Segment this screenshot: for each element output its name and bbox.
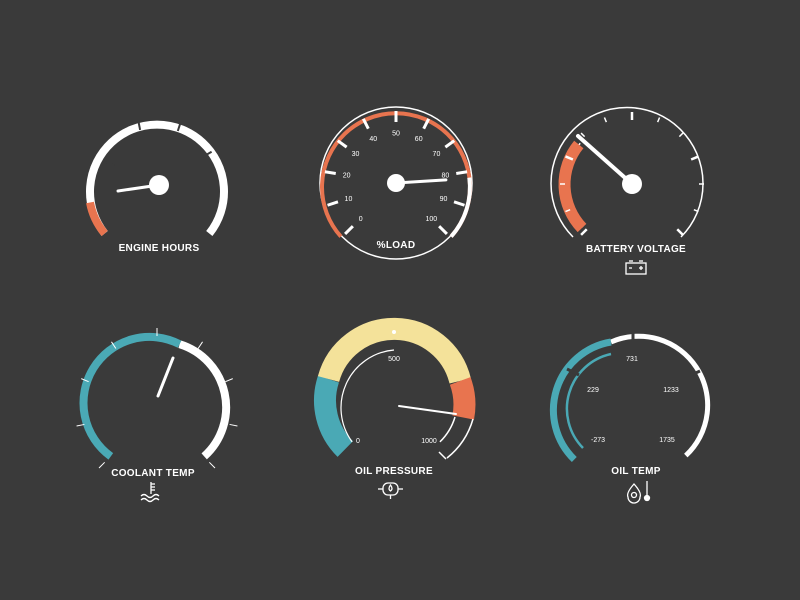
coolant-tick [197, 341, 203, 349]
oil-pressure-label-500: 500 [388, 356, 400, 363]
oil-temp-label-minus273: -273 [591, 437, 605, 444]
load-scale-label: 60 [415, 136, 423, 143]
oil-temp-label-1233: 1233 [663, 387, 679, 394]
battery-tick [678, 132, 684, 138]
oil-temp-inner-ring [565, 352, 612, 449]
load-arc-white [449, 177, 472, 238]
oil-pressure-label-1000: 1000 [421, 438, 437, 445]
oil-temperature-icon [626, 481, 651, 504]
battery-tick [580, 228, 588, 236]
oil-pressure-label-0: 0 [356, 438, 360, 445]
battery-tick [690, 155, 699, 161]
load-tick [453, 200, 465, 207]
load-tick [336, 139, 348, 149]
load-tick [438, 225, 448, 235]
oil-temp-label-1735: 1735 [659, 437, 675, 444]
load-label: %LOAD [377, 240, 416, 251]
oil-temp-gauge: -273 229 731 1233 1735 OIL TEMP [549, 333, 711, 504]
battery-tick [603, 117, 608, 123]
load-scale-label: 90 [440, 196, 448, 203]
coolant-temperature-icon [140, 482, 160, 503]
battery-voltage-label: BATTERY VOLTAGE [586, 244, 686, 255]
oil-pressure-label: OIL PRESSURE [355, 466, 433, 477]
load-hub [387, 174, 405, 192]
battery-tick [676, 228, 684, 236]
oil-pressure-icon [378, 482, 403, 499]
load-scale-label: 10 [345, 196, 353, 203]
engine-hours-hub [149, 175, 169, 195]
coolant-tick [229, 423, 238, 427]
oil-temp-label-229: 229 [587, 387, 599, 394]
oil-pressure-orange-zone [449, 377, 476, 420]
coolant-temp-gauge: COOLANT TEMP [76, 328, 238, 503]
coolant-tick [208, 461, 216, 469]
load-scale-label: 70 [433, 151, 441, 158]
battery-tick [580, 132, 586, 138]
battery-icon [625, 260, 647, 275]
oil-temp-label-731: 731 [626, 356, 638, 363]
load-scale-label: 40 [369, 136, 377, 143]
battery-hub [622, 174, 642, 194]
load-tick [324, 170, 336, 175]
oil-pressure-inner-arc [340, 349, 395, 443]
load-tick [456, 170, 468, 175]
load-gauge: 0102030405060708090100 %LOAD [319, 106, 473, 260]
load-scale-label: 20 [343, 173, 351, 180]
oil-temp-label: OIL TEMP [611, 466, 660, 477]
load-scale-label: 50 [392, 131, 400, 138]
oil-pressure-teal-zone [314, 375, 354, 457]
coolant-needle [156, 356, 175, 398]
load-scale-label: 100 [426, 216, 438, 223]
load-tick [444, 139, 456, 149]
oil-pressure-top-dot [392, 330, 396, 334]
engine-hours-low-zone [86, 201, 108, 237]
oil-pressure-end-tick [438, 451, 447, 460]
gauge-dashboard: ENGINE HOURS 0102030405060708090100 %LOA… [76, 106, 711, 504]
load-tick [344, 225, 354, 235]
oil-pressure-needle [398, 405, 457, 415]
coolant-arc-teal [79, 332, 182, 460]
battery-voltage-gauge: BATTERY VOLTAGE [550, 106, 704, 275]
engine-hours-gauge: ENGINE HOURS [86, 119, 228, 254]
oil-pressure-outline-outer [446, 418, 474, 459]
oil-pressure-outline [439, 416, 456, 443]
coolant-tick [225, 378, 233, 383]
oil-pressure-yellow-zone [317, 317, 471, 384]
coolant-tick [98, 461, 106, 469]
load-scale-label: 0 [359, 216, 363, 223]
engine-hours-label: ENGINE HOURS [119, 243, 200, 254]
battery-tick [656, 117, 661, 123]
coolant-arc-white [178, 340, 231, 460]
coolant-temp-label: COOLANT TEMP [111, 468, 195, 479]
oil-pressure-gauge: 0 500 1000 OIL PRESSURE [314, 317, 476, 499]
load-tick [327, 200, 339, 207]
load-scale-label: 30 [352, 151, 360, 158]
battery-needle [576, 134, 634, 186]
